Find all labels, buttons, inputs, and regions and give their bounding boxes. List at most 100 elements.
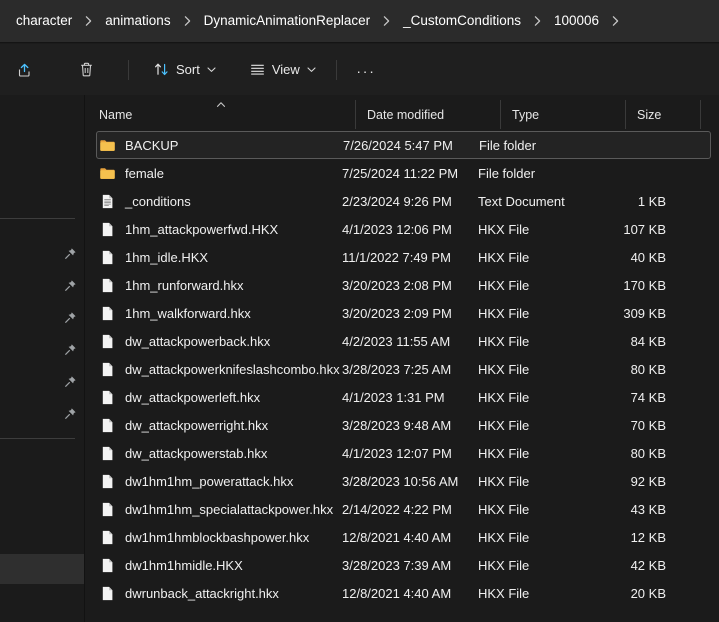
nav-divider (0, 438, 75, 439)
file-date-cell: 11/1/2022 7:49 PM (342, 249, 451, 265)
file-type-cell: Text Document (478, 193, 565, 209)
generic-file-icon (102, 250, 113, 264)
nav-pinned-item-5[interactable] (0, 398, 84, 428)
navigation-pane[interactable] (0, 95, 85, 622)
file-name-label: dw_attackpowerleft.hkx (125, 389, 261, 405)
file-row[interactable]: dw1hm1hmblockbashpower.hkx 12/8/2021 4:40… (96, 523, 711, 551)
file-name-cell: _conditions (96, 193, 342, 210)
trash-icon (78, 61, 95, 78)
file-type-cell: HKX File (478, 417, 530, 433)
file-date-cell: 12/8/2021 4:40 AM (342, 585, 452, 601)
ellipsis-icon: ... (356, 59, 376, 76)
breadcrumb-item-0[interactable]: character (13, 10, 75, 32)
file-name-label: dw_attackpowerback.hkx (125, 333, 271, 349)
breadcrumb-chevron-icon (75, 15, 102, 27)
file-row[interactable]: 1hm_walkforward.hkx 3/20/2023 2:09 PM HKX … (96, 299, 711, 327)
file-date-cell: 3/28/2023 10:56 AM (342, 473, 459, 489)
file-date-cell: 2/23/2024 9:26 PM (342, 193, 452, 209)
file-size-cell: 309 KB (623, 305, 666, 321)
file-row[interactable]: dw_attackpowerstab.hkx 4/1/2023 12:07 PM H… (96, 439, 711, 467)
file-size-cell: 40 KB (630, 249, 666, 265)
file-type-cell: HKX File (478, 249, 530, 265)
file-row[interactable]: BACKUP 7/26/2024 5:47 PM File folder (96, 131, 711, 159)
breadcrumb-item-4[interactable]: 100006 (551, 10, 602, 32)
address-bar[interactable]: character animations DynamicAnimationRep… (0, 0, 719, 43)
chevron-down-icon (206, 64, 217, 75)
file-list[interactable]: BACKUP 7/26/2024 5:47 PM File folder femal… (86, 131, 719, 622)
file-type-cell: HKX File (478, 473, 530, 489)
nav-pinned-item-4[interactable] (0, 366, 84, 396)
column-header-date-modified[interactable]: Date modified (355, 100, 500, 129)
breadcrumb-chevron-icon (373, 15, 400, 27)
column-header-type[interactable]: Type (500, 100, 625, 129)
sort-ascending-icon (214, 98, 227, 112)
breadcrumb-item-3[interactable]: _CustomConditions (400, 10, 524, 32)
file-type-cell: HKX File (478, 305, 530, 321)
generic-file-icon (102, 222, 113, 236)
nav-pinned-item-1[interactable] (0, 270, 84, 300)
file-type-cell: HKX File (478, 221, 530, 237)
file-name-cell: 1hm_attackpowerfwd.HKX (96, 221, 342, 238)
file-row[interactable]: dw_attackpowerback.hkx 4/2/2023 11:55 AM H… (96, 327, 711, 355)
file-type-cell: File folder (479, 137, 537, 153)
file-date-cell: 7/25/2024 11:22 PM (342, 165, 459, 181)
pin-icon (65, 279, 76, 291)
generic-file-icon (102, 418, 113, 432)
file-row[interactable]: dw_attackpowerright.hkx 3/28/2023 9:48 AM… (96, 411, 711, 439)
generic-file-icon (102, 306, 113, 320)
folder-icon (100, 139, 115, 151)
file-name-cell: dw1hm1hmidle.HKX (96, 557, 342, 574)
file-date-cell: 4/1/2023 1:31 PM (342, 389, 445, 405)
view-button[interactable]: View (240, 54, 326, 86)
file-row[interactable]: dw1hm1hm_specialattackpower.hkx 2/14/2022… (96, 495, 711, 523)
sort-button[interactable]: Sort (144, 54, 226, 86)
breadcrumb-item-2[interactable]: DynamicAnimationReplacer (201, 10, 374, 32)
file-name-label: dwrunback_attackright.hkx (125, 585, 279, 601)
generic-file-icon (102, 446, 113, 460)
file-size-cell: 43 KB (630, 501, 666, 517)
column-header-date-modified-label: Date modified (367, 107, 445, 122)
file-name-label: dw1hm1hm_specialattackpower.hkx (125, 501, 334, 517)
file-name-label: dw1hm1hm_powerattack.hkx (125, 473, 294, 489)
file-size-cell: 84 KB (630, 333, 666, 349)
file-row[interactable]: dw_attackpowerleft.hkx 4/1/2023 1:31 PM HK… (96, 383, 711, 411)
file-row[interactable]: dw1hm1hmidle.HKX 3/28/2023 7:39 AM HKX Fil… (96, 551, 711, 579)
nav-pinned-item-0[interactable] (0, 238, 84, 268)
file-row[interactable]: dwrunback_attackright.hkx 12/8/2021 4:40 … (96, 579, 711, 607)
generic-file-icon (102, 586, 113, 600)
file-row[interactable]: dw_attackpowerknifeslashcombo.hkx 3/28/20… (96, 355, 711, 383)
file-type-cell: HKX File (478, 389, 530, 405)
file-row[interactable]: 1hm_runforward.hkx 3/20/2023 2:08 PM HKX F… (96, 271, 711, 299)
file-row[interactable]: 1hm_attackpowerfwd.HKX 4/1/2023 12:06 PM H… (96, 215, 711, 243)
file-name-label: 1hm_walkforward.hkx (125, 305, 251, 321)
file-name-cell: dw_attackpowerback.hkx (96, 333, 342, 350)
nav-pinned-item-3[interactable] (0, 334, 84, 364)
file-name-cell: dw1hm1hmblockbashpower.hkx (96, 529, 342, 546)
column-header-name-label: Name (99, 107, 133, 122)
file-name-label: dw_attackpowerstab.hkx (125, 445, 268, 461)
delete-button[interactable] (69, 54, 104, 86)
column-header-name[interactable]: Name (86, 100, 355, 129)
toolbar-separator-1 (128, 59, 129, 80)
file-name-label: dw1hm1hmidle.HKX (125, 557, 243, 573)
share-icon (17, 61, 34, 78)
share-button[interactable] (8, 54, 43, 86)
column-header-size[interactable]: Size (625, 100, 700, 129)
file-name-label: 1hm_attackpowerfwd.HKX (125, 221, 279, 237)
file-date-cell: 4/1/2023 12:06 PM (342, 221, 452, 237)
file-row[interactable]: female 7/25/2024 11:22 PM File folder (96, 159, 711, 187)
nav-pinned-item-2[interactable] (0, 302, 84, 332)
file-row[interactable]: 1hm_idle.HKX 11/1/2022 7:49 PM HKX File 40 … (96, 243, 711, 271)
view-label: View (271, 62, 300, 77)
nav-item-selected[interactable] (0, 554, 84, 584)
file-name-label: female (125, 165, 165, 181)
sort-label: Sort (176, 62, 200, 77)
file-row[interactable]: _conditions 2/23/2024 9:26 PM Text Documen… (96, 187, 711, 215)
folder-icon (100, 167, 115, 179)
more-options-button[interactable]: ... (348, 54, 385, 86)
command-bar: Sort View ... (0, 44, 719, 95)
breadcrumb-item-1[interactable]: animations (102, 10, 173, 32)
view-list-icon (249, 61, 266, 78)
file-name-label: dw_attackpowerright.hkx (125, 417, 269, 433)
file-row[interactable]: dw1hm1hm_powerattack.hkx 3/28/2023 10:56 … (96, 467, 711, 495)
